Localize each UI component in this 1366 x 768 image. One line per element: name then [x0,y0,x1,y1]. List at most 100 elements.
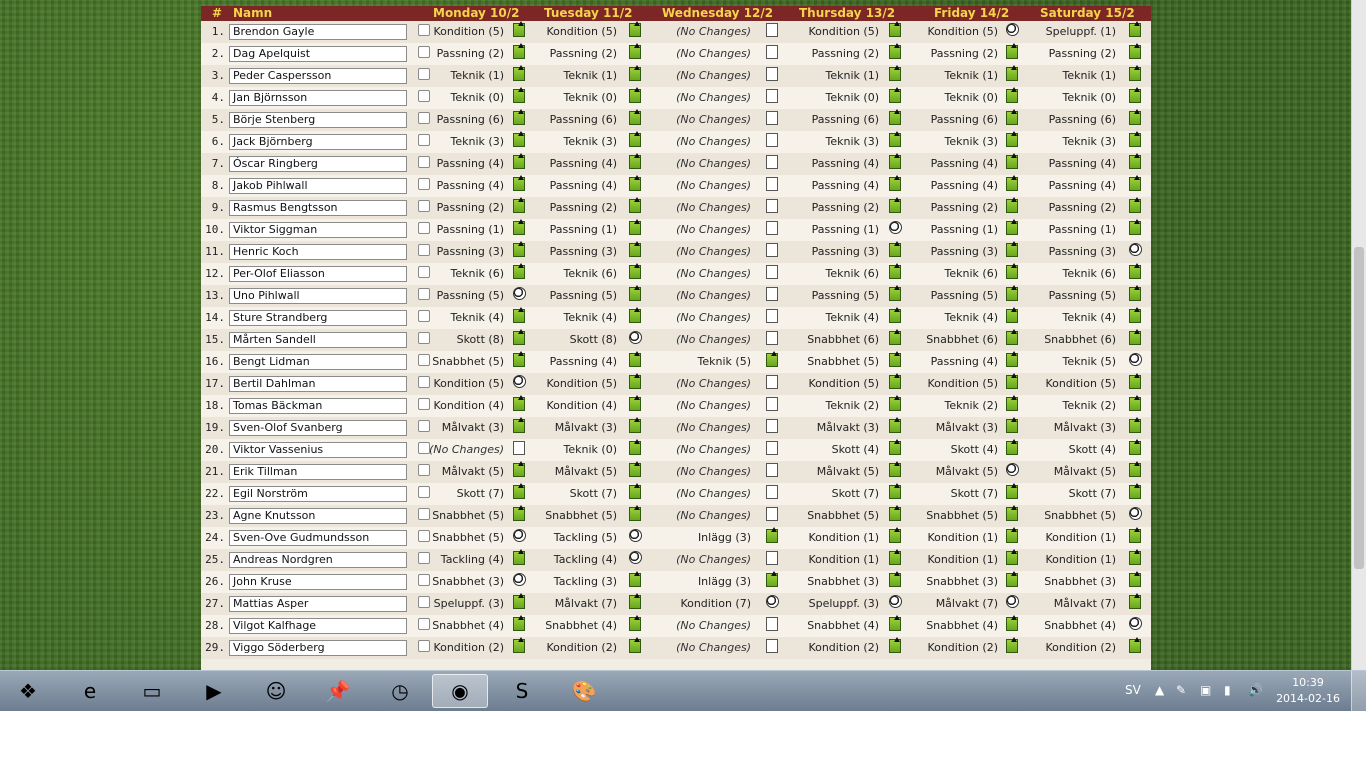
player-name-field[interactable]: Per-Olof Eliasson [229,266,407,282]
row-number: 26. [205,575,225,588]
player-name-field[interactable]: Rasmus Bengtsson [229,200,407,216]
edit-training-icon[interactable] [1129,43,1141,59]
player-name-field[interactable]: Egil Norström [229,486,407,502]
edit-training-icon[interactable] [1129,637,1141,653]
edit-training-icon[interactable] [1129,307,1141,323]
edit-training-icon[interactable] [1129,593,1141,609]
player-name-field[interactable]: Jakob Pihlwall [229,178,407,194]
edit-training-icon[interactable] [1129,483,1141,499]
edit-training-icon[interactable] [1129,571,1141,587]
player-name-field[interactable]: Jan Björnsson [229,90,407,106]
player-name-field[interactable]: Börje Stenberg [229,112,407,128]
player-name-field[interactable]: Agne Knutsson [229,508,407,524]
edit-training-icon[interactable] [1129,87,1141,103]
player-name-field[interactable]: Sven-Olof Svanberg [229,420,407,436]
edit-training-icon[interactable] [1129,439,1141,455]
player-name-field[interactable]: Bengt Lidman [229,354,407,370]
action-center-icon[interactable]: ✎ [1176,683,1186,697]
training-cell: Kondition (5) [927,377,998,390]
language-indicator[interactable]: SV [1125,683,1141,697]
edit-training-icon[interactable] [1129,329,1141,345]
edit-training-icon[interactable] [1129,285,1141,301]
contacts-icon[interactable]: ☺ [248,674,304,708]
player-name-field[interactable]: John Kruse [229,574,407,590]
edit-training-icon[interactable] [1129,263,1141,279]
show-desktop-button[interactable] [1351,671,1366,711]
training-cell: Teknik (4) [825,311,879,324]
chrome-icon[interactable]: ◉ [432,674,488,708]
file-explorer-icon[interactable]: ▭ [124,674,180,708]
player-name-field[interactable]: Viggo Söderberg [229,640,407,656]
training-cell: Snabbhet (6) [1044,333,1116,346]
player-name-field[interactable]: Sven-Ove Gudmundsson [229,530,407,546]
network-icon[interactable]: ▮ [1224,683,1231,697]
training-cell: Skott (7) [950,487,998,500]
edit-training-icon[interactable] [1129,21,1141,37]
player-name-field[interactable]: Bertil Dahlman [229,376,407,392]
training-cell: (No Changes) [676,245,751,258]
player-name-field[interactable]: Viktor Vassenius [229,442,407,458]
player-name-field[interactable]: Brendon Gayle [229,24,407,40]
training-cell: Passning (2) [436,47,504,60]
edit-training-icon[interactable] [1129,175,1141,191]
edit-training-icon[interactable] [1129,109,1141,125]
football-icon[interactable] [1129,353,1142,366]
player-name-field[interactable]: Tomas Bäckman [229,398,407,414]
clock[interactable]: 10:39 2014-02-16 [1276,675,1340,707]
edit-training-icon[interactable] [1129,461,1141,477]
player-name-field[interactable]: Sture Strandberg [229,310,407,326]
edit-training-icon[interactable] [1129,197,1141,213]
edit-training-icon[interactable] [1129,417,1141,433]
clock-app-icon[interactable]: ◷ [372,674,428,708]
training-cell: (No Changes) [676,465,751,478]
football-icon[interactable] [1129,507,1142,520]
edit-training-icon[interactable] [1129,395,1141,411]
device-icon[interactable]: ▣ [1200,683,1211,697]
player-name-field[interactable]: Viktor Siggman [229,222,407,238]
scrollbar-thumb[interactable] [1354,247,1364,569]
show-hidden-icons-icon[interactable]: ▲ [1155,683,1164,697]
training-cell: Passning (4) [549,179,617,192]
training-cell: Kondition (2) [808,641,879,654]
volume-icon[interactable]: 🔊 [1248,683,1263,697]
start-orb-icon[interactable]: ❖ [0,674,56,708]
training-cell: Skott (7) [831,487,879,500]
paint-icon[interactable]: 🎨 [556,674,612,708]
player-name-field[interactable]: Erik Tillman [229,464,407,480]
vertical-scrollbar[interactable] [1351,0,1366,670]
media-player-icon[interactable]: ▶ [186,674,242,708]
training-cell: Skott (7) [456,487,504,500]
player-name-field[interactable]: Uno Pihlwall [229,288,407,304]
table-row: 13. Uno Pihlwall Passning (5) Passning (5) (… [201,285,1151,307]
training-cell: Passning (4) [811,179,879,192]
pin-icon[interactable]: 📌 [310,674,366,708]
player-name-field[interactable]: Jack Björnberg [229,134,407,150]
training-cell: Teknik (1) [825,69,879,82]
edit-training-icon[interactable] [1129,219,1141,235]
training-cell: Kondition (1) [808,553,879,566]
edit-training-icon[interactable] [1129,131,1141,147]
player-name-field[interactable]: Peder Caspersson [229,68,407,84]
edit-training-icon[interactable] [1129,153,1141,169]
player-name-field[interactable]: Andreas Nordgren [229,552,407,568]
training-cell: Passning (2) [549,201,617,214]
edit-training-icon[interactable] [1129,527,1141,543]
row-number: 11. [205,245,225,258]
football-icon[interactable] [1129,243,1142,256]
edit-training-icon[interactable] [1129,373,1141,389]
training-cell: (No Changes) [676,135,751,148]
training-cell: Kondition (7) [680,597,751,610]
player-name-field[interactable]: Mårten Sandell [229,332,407,348]
player-name-field[interactable]: Mattias Asper [229,596,407,612]
player-name-field[interactable]: Dag Apelquist [229,46,407,62]
football-icon[interactable] [1129,617,1142,630]
player-name-field[interactable]: Henric Koch [229,244,407,260]
row-number: 4. [211,91,225,104]
skype-icon[interactable]: S [494,674,550,708]
internet-explorer-icon[interactable]: e [62,674,118,708]
player-name-field[interactable]: Vilgot Kalfhage [229,618,407,634]
player-name-field[interactable]: Óscar Ringberg [229,156,407,172]
training-cell: Snabbhet (5) [432,355,504,368]
edit-training-icon[interactable] [1129,65,1141,81]
edit-training-icon[interactable] [1129,549,1141,565]
